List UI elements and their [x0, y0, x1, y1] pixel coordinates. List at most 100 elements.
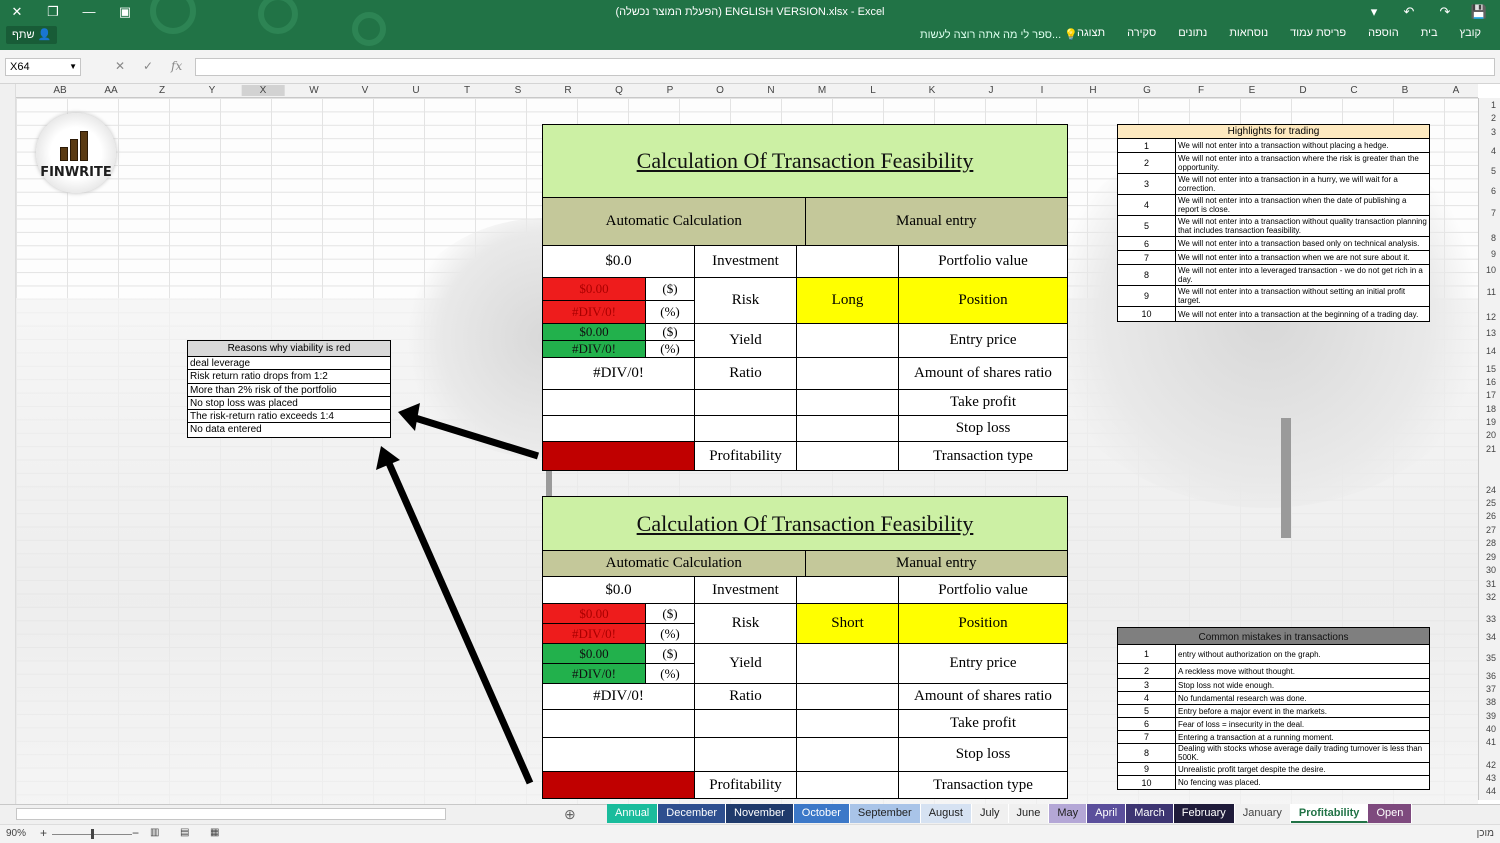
column-header[interactable]: B [1402, 85, 1409, 96]
empty-cell[interactable] [543, 390, 695, 415]
sheet-tab[interactable]: March [1126, 804, 1174, 823]
column-header[interactable]: X [241, 85, 285, 96]
mistake-row[interactable]: 8 Dealing with stocks whose average daily… [1118, 744, 1429, 763]
tab-view[interactable]: תצוגה [1066, 27, 1116, 39]
highlight-row[interactable]: 4 We will not enter into a transaction wh… [1118, 195, 1429, 216]
sheet-tab[interactable]: Open [1368, 804, 1413, 823]
row-header[interactable]: 16 [1486, 377, 1496, 387]
column-header[interactable]: T [464, 85, 470, 96]
profitability-indicator[interactable] [543, 772, 695, 798]
column-header[interactable]: J [989, 85, 994, 96]
row-header[interactable]: 5 [1491, 166, 1496, 176]
column-header[interactable]: H [1089, 85, 1096, 96]
sheet-tab[interactable]: September [849, 804, 921, 823]
mistake-row[interactable]: 2A reckless move without thought. [1118, 664, 1429, 679]
row-header[interactable]: 6 [1491, 186, 1496, 196]
row-header[interactable]: 12 [1486, 312, 1496, 322]
column-header[interactable]: C [1350, 85, 1357, 96]
row-header[interactable]: 10 [1486, 265, 1496, 275]
entry-price-input[interactable] [797, 644, 899, 683]
row-header[interactable]: 3 [1491, 127, 1496, 137]
column-header[interactable]: Y [209, 85, 216, 96]
empty-cell[interactable] [695, 416, 797, 441]
mistake-row[interactable]: 3 Stop loss not wide enough. [1118, 679, 1429, 692]
tab-formulas[interactable]: נוסחאות [1218, 27, 1279, 39]
row-header[interactable]: 25 [1486, 498, 1496, 508]
mistake-row[interactable]: 5 Entry before a major event in the marke… [1118, 705, 1429, 718]
sheet-tab[interactable]: August [920, 804, 972, 823]
yield-percent[interactable]: #DIV/0! [543, 664, 645, 683]
row-header[interactable]: 1 [1491, 100, 1496, 110]
sheet-tab[interactable]: Profitability [1290, 804, 1369, 823]
row-header[interactable]: 20 [1486, 430, 1496, 440]
row-header[interactable]: 14 [1486, 346, 1496, 356]
row-header[interactable]: 2 [1491, 113, 1496, 123]
column-header[interactable]: AB [53, 85, 66, 96]
tab-file[interactable]: קובץ [1449, 27, 1492, 39]
cancel-icon[interactable]: ✕ [115, 59, 125, 73]
row-header[interactable]: 24 [1486, 485, 1496, 495]
risk-dollar[interactable]: $0.00 [543, 278, 645, 300]
mistake-row[interactable]: 4 No fundamental research was done. [1118, 692, 1429, 705]
column-header[interactable]: D [1299, 85, 1306, 96]
empty-cell[interactable] [695, 710, 797, 737]
row-header[interactable]: 35 [1486, 653, 1496, 663]
zoom-slider-thumb[interactable] [91, 829, 94, 839]
take-profit-input[interactable] [797, 390, 899, 415]
column-header[interactable]: V [362, 85, 369, 96]
reason-item[interactable]: deal leverage [188, 357, 390, 371]
sheet-tab[interactable]: May [1049, 804, 1088, 823]
highlight-row[interactable]: 8 We will not enter into a leveraged tran… [1118, 265, 1429, 286]
risk-percent[interactable]: #DIV/0! [543, 624, 645, 643]
sheet-tab[interactable]: November [726, 804, 794, 823]
row-header[interactable]: 37 [1486, 684, 1496, 694]
row-header[interactable]: 13 [1486, 328, 1496, 338]
reason-item[interactable]: More than 2% risk of the portfolio [188, 384, 390, 397]
name-box[interactable]: X64 ▼ [5, 58, 81, 76]
sheet-tab[interactable]: July [971, 804, 1009, 823]
zoom-level[interactable]: 90% [6, 828, 26, 839]
row-header[interactable]: 18 [1486, 404, 1496, 414]
highlight-row[interactable]: 9 We will not enter into a transaction wi… [1118, 286, 1429, 307]
horizontal-scrollbar[interactable] [16, 808, 446, 820]
risk-percent[interactable]: #DIV/0! [543, 301, 645, 323]
column-header[interactable]: P [667, 85, 674, 96]
page-break-view-icon[interactable]: ▥ [150, 827, 159, 838]
position-input[interactable]: Short [797, 604, 899, 643]
row-header[interactable]: 42 [1486, 760, 1496, 770]
column-header[interactable]: U [412, 85, 419, 96]
reason-item[interactable]: No stop loss was placed [188, 397, 390, 411]
entry-price-input[interactable] [797, 324, 899, 357]
highlight-row[interactable]: 3 We will not enter into a transaction in… [1118, 174, 1429, 195]
stop-loss-input[interactable] [797, 416, 899, 441]
column-header[interactable]: AA [104, 85, 117, 96]
tab-review[interactable]: סקירה [1116, 27, 1167, 39]
row-header[interactable]: 32 [1486, 592, 1496, 602]
highlight-row[interactable]: 7 We will not enter into a transaction wh… [1118, 251, 1429, 265]
position-input[interactable]: Long [797, 278, 899, 323]
row-header[interactable]: 27 [1486, 525, 1496, 535]
ratio-value[interactable]: #DIV/0! [543, 684, 695, 709]
tab-insert[interactable]: הוספה [1357, 27, 1410, 39]
undo-icon[interactable]: ↶ [1400, 4, 1418, 20]
mistake-row[interactable]: 10 No fencing was placed. [1118, 776, 1429, 789]
enter-icon[interactable]: ✓ [143, 59, 153, 73]
row-header[interactable]: 40 [1486, 724, 1496, 734]
sheet-tab[interactable]: April [1087, 804, 1127, 823]
share-button[interactable]: שתף 👤 [6, 26, 58, 44]
profitability-indicator[interactable] [543, 442, 695, 470]
row-header[interactable]: 33 [1486, 614, 1496, 624]
page-layout-view-icon[interactable]: ▤ [180, 827, 189, 838]
save-icon[interactable]: 💾 [1470, 4, 1488, 20]
row-header[interactable]: 19 [1486, 417, 1496, 427]
vertical-scrollbar[interactable] [0, 84, 16, 804]
yield-dollar[interactable]: $0.00 [543, 324, 645, 340]
column-header[interactable]: R [564, 85, 571, 96]
column-header[interactable]: A [1453, 85, 1460, 96]
transaction-type-input[interactable] [797, 442, 899, 470]
transaction-type-input[interactable] [797, 772, 899, 798]
sheet-tab[interactable]: October [793, 804, 850, 823]
empty-cell[interactable] [543, 738, 695, 771]
row-header[interactable]: 26 [1486, 511, 1496, 521]
row-header[interactable]: 7 [1491, 208, 1496, 218]
